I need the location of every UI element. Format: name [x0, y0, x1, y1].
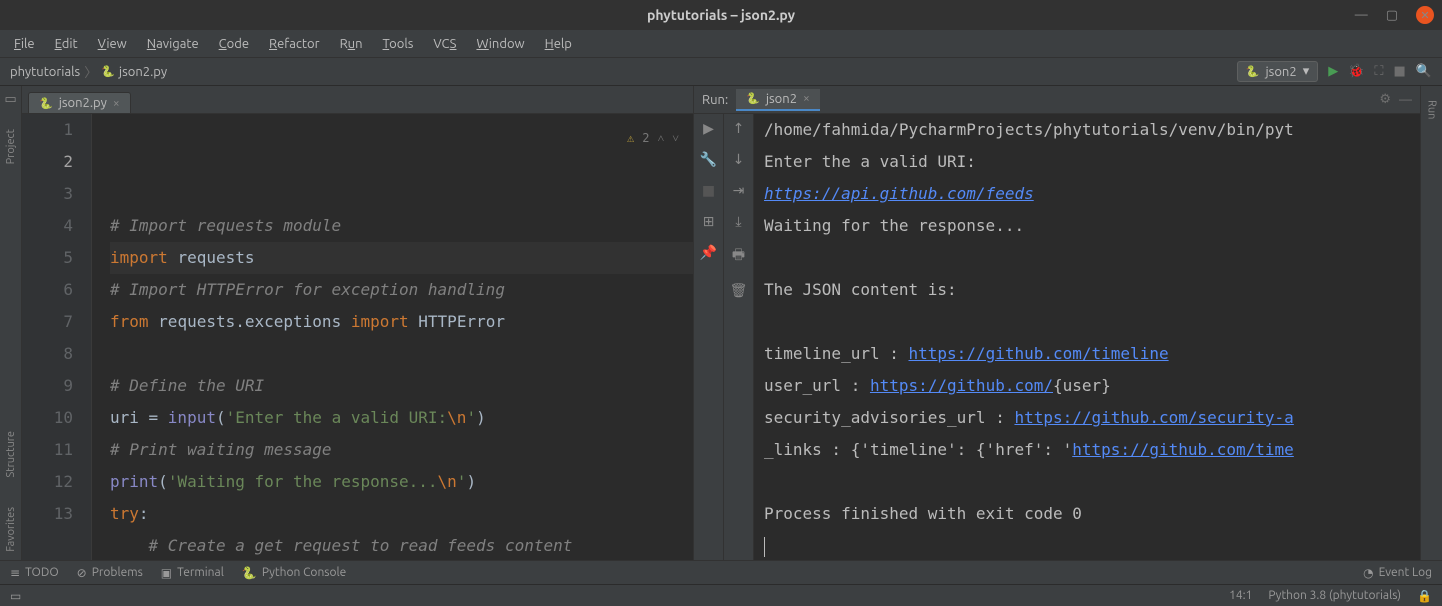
tool-terminal[interactable]: ▣ Terminal — [161, 566, 224, 580]
python-file-icon: 🐍 — [39, 97, 53, 110]
menu-view[interactable]: View — [90, 34, 135, 54]
chevron-right-icon: 〉 — [84, 62, 97, 81]
hide-icon[interactable]: — — [1399, 93, 1412, 107]
gear-icon[interactable]: ⚙ — [1379, 92, 1391, 107]
left-tool-strip: ▭ Project Structure Favorites — [0, 86, 22, 560]
run-label: Run: — [702, 93, 728, 107]
cursor-position[interactable]: 14:1 — [1229, 589, 1252, 602]
run-toolbar-secondary: ↑ ↓ ⇥ ⤓ 🖶 🗑 — [724, 114, 754, 560]
status-menu-icon[interactable]: ▭ — [10, 589, 21, 603]
tool-todo[interactable]: ≡ TODO — [10, 566, 59, 580]
window-titlebar: phytutorials – json2.py — ▢ ✕ — [0, 0, 1442, 30]
wrench-icon[interactable]: 🔧 — [700, 151, 717, 168]
breadcrumb-project[interactable]: phytutorials — [10, 65, 80, 79]
down-icon[interactable]: ↓ — [733, 151, 745, 168]
search-icon[interactable]: 🔍 — [1416, 64, 1432, 79]
maximize-icon[interactable]: ▢ — [1386, 8, 1398, 23]
bottom-toolbar: ≡ TODO ⊘ Problems ▣ Terminal 🐍 Python Co… — [0, 560, 1442, 584]
stop-icon[interactable]: ■ — [1394, 64, 1406, 79]
sidebar-tab-structure[interactable]: Structure — [5, 423, 17, 486]
scroll-end-icon[interactable]: ⤓ — [735, 213, 741, 230]
menu-navigate[interactable]: Navigate — [139, 34, 207, 54]
menu-help[interactable]: Help — [537, 34, 580, 54]
run-config-selector[interactable]: 🐍 json2 ▾ — [1237, 61, 1318, 82]
run-tab-label: json2 — [766, 92, 797, 106]
menubar: File Edit View Navigate Code Refactor Ru… — [0, 30, 1442, 58]
run-panel: Run: 🐍 json2 × ⚙ — ▶ 🔧 ■ ⊞ 📌 ↑ ↓ ⇥ ⤓ — [694, 86, 1420, 560]
print-icon[interactable]: 🖶 — [732, 244, 745, 268]
up-icon[interactable]: ↑ — [733, 120, 745, 137]
close-icon[interactable]: ✕ — [1416, 6, 1434, 24]
editor-tabs: 🐍 json2.py × — [22, 86, 693, 114]
python-file-icon: 🐍 — [746, 92, 760, 105]
tool-event-log[interactable]: ◔ Event Log — [1363, 566, 1432, 580]
interpreter-label[interactable]: Python 3.8 (phytutorials) — [1268, 589, 1401, 602]
python-file-icon: 🐍 — [1246, 65, 1260, 78]
menu-edit[interactable]: Edit — [47, 34, 86, 54]
sidebar-tab-project[interactable]: Project — [5, 121, 17, 172]
menu-refactor[interactable]: Refactor — [261, 34, 328, 54]
tool-problems[interactable]: ⊘ Problems — [77, 566, 143, 580]
right-tool-strip: Run — [1420, 86, 1442, 560]
code-body[interactable]: ⚠ 2 ˄ ˅ # Import requests moduleimport r… — [92, 114, 693, 560]
sidebar-tab-run[interactable]: Run — [1426, 92, 1438, 127]
editor-tab-label: json2.py — [59, 96, 107, 110]
menu-file[interactable]: File — [6, 34, 43, 54]
nav-toolbar: phytutorials 〉 🐍 json2.py 🐍 json2 ▾ ▶ 🐞 … — [0, 58, 1442, 86]
coverage-icon[interactable]: ⛶ — [1374, 64, 1383, 79]
python-file-icon: 🐍 — [101, 65, 115, 78]
stop-icon[interactable]: ■ — [702, 182, 715, 199]
close-icon[interactable]: × — [113, 97, 120, 110]
run-tab-json2[interactable]: 🐍 json2 × — [736, 89, 820, 111]
sidebar-tab-favorites[interactable]: Favorites — [5, 499, 17, 560]
chevron-down-icon[interactable]: ˅ — [672, 122, 679, 154]
trash-icon[interactable]: 🗑 — [730, 282, 748, 299]
line-gutter: 12345678910111213 — [22, 114, 92, 560]
run-toolbar: ▶ 🔧 ■ ⊞ 📌 — [694, 114, 724, 560]
menu-window[interactable]: Window — [468, 34, 532, 54]
chevron-down-icon: ▾ — [1303, 64, 1310, 79]
pin-icon[interactable]: 📌 — [700, 244, 717, 261]
debug-icon[interactable]: 🐞 — [1348, 64, 1364, 79]
soft-wrap-icon[interactable]: ⇥ — [733, 182, 745, 199]
warn-count: 2 — [642, 122, 649, 154]
code-editor[interactable]: 12345678910111213 ⚠ 2 ˄ ˅ # Import reque… — [22, 114, 693, 560]
breadcrumb-file[interactable]: json2.py — [119, 65, 167, 79]
inspection-widget[interactable]: ⚠ 2 ˄ ˅ — [627, 122, 679, 154]
run-config-label: json2 — [1266, 65, 1297, 79]
rerun-icon[interactable]: ▶ — [703, 120, 714, 137]
breadcrumb: phytutorials 〉 🐍 json2.py — [10, 62, 167, 81]
menu-code[interactable]: Code — [211, 34, 257, 54]
menu-tools[interactable]: Tools — [375, 34, 422, 54]
close-icon[interactable]: × — [803, 92, 810, 105]
warning-icon: ⚠ — [627, 122, 634, 154]
menu-run[interactable]: Run — [332, 34, 371, 54]
editor-tab-json2[interactable]: 🐍 json2.py × — [28, 92, 131, 113]
layout-icon[interactable]: ⊞ — [703, 213, 715, 230]
minimize-icon[interactable]: — — [1355, 8, 1368, 22]
run-header: Run: 🐍 json2 × ⚙ — — [694, 86, 1420, 114]
project-tool-icon[interactable]: ▭ — [4, 92, 16, 107]
lock-icon[interactable]: 🔒 — [1417, 589, 1432, 603]
chevron-up-icon[interactable]: ˄ — [657, 122, 664, 154]
tool-python-console[interactable]: 🐍 Python Console — [242, 566, 346, 580]
console-output[interactable]: /home/fahmida/PycharmProjects/phytutoria… — [754, 114, 1420, 560]
editor-panel: 🐍 json2.py × 12345678910111213 ⚠ 2 ˄ ˅ #… — [22, 86, 694, 560]
menu-vcs[interactable]: VCS — [425, 34, 464, 54]
window-title: phytutorials – json2.py — [647, 7, 795, 23]
run-icon[interactable]: ▶ — [1328, 64, 1338, 79]
status-bar: ▭ 14:1 Python 3.8 (phytutorials) 🔒 — [0, 584, 1442, 606]
